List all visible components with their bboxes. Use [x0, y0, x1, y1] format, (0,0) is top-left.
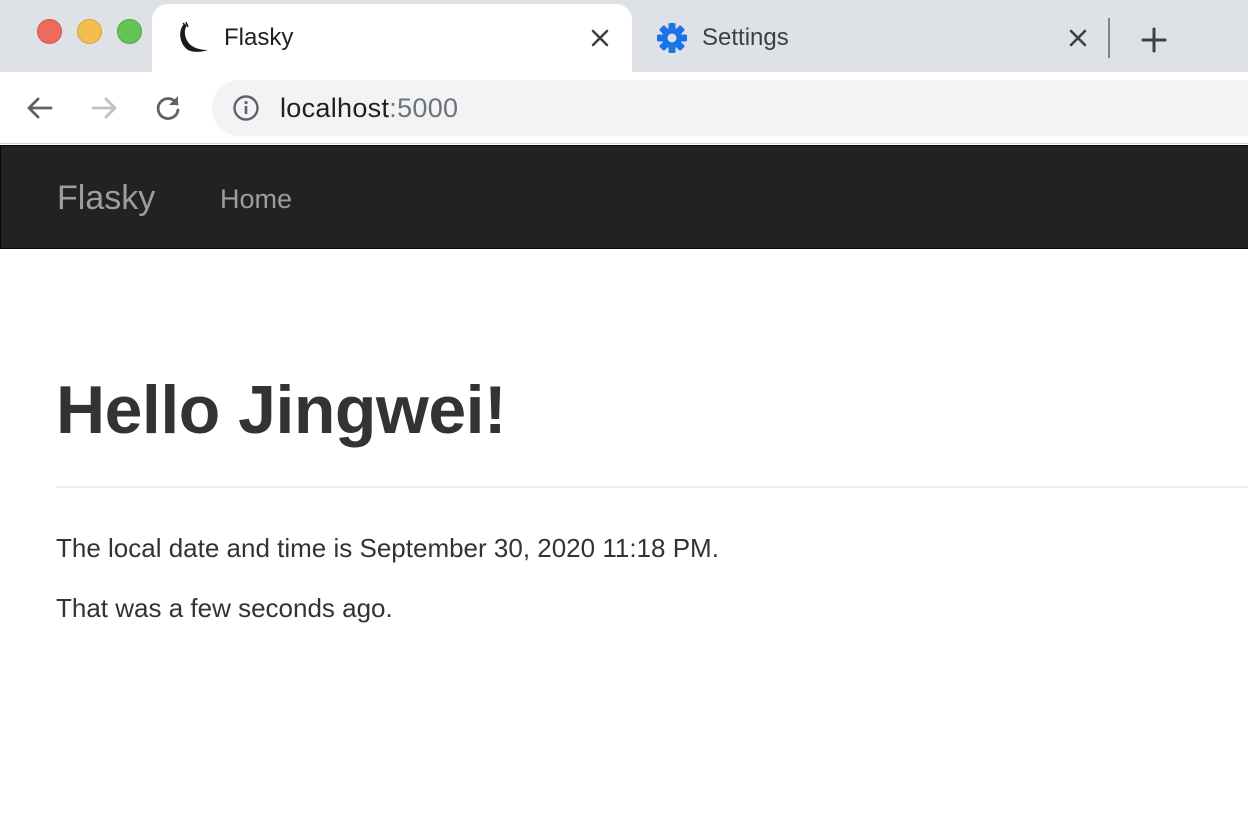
flask-horn-icon: [180, 21, 208, 52]
url-host: localhost: [280, 93, 390, 123]
close-tab-icon[interactable]: [1066, 26, 1090, 50]
close-window-button[interactable]: [37, 19, 62, 44]
maximize-window-button[interactable]: [117, 19, 142, 44]
gear-icon: [657, 23, 687, 53]
navbar-brand[interactable]: Flasky: [57, 178, 155, 218]
tab-divider: [1108, 18, 1110, 58]
browser-toolbar: localhost:5000: [0, 72, 1248, 144]
minimize-window-button[interactable]: [77, 19, 102, 44]
site-navbar: Flasky Home: [0, 145, 1248, 249]
url-text: localhost:5000: [280, 94, 458, 122]
nav-link-home[interactable]: Home: [220, 184, 292, 214]
back-arrow-icon[interactable]: [24, 92, 56, 124]
page-heading: Hello Jingwei!: [56, 372, 507, 448]
forward-arrow-icon[interactable]: [88, 92, 120, 124]
tab-settings[interactable]: Settings: [640, 4, 1100, 72]
relative-time-text: That was a few seconds ago.: [56, 593, 393, 623]
header-divider: [56, 486, 1248, 488]
reload-icon[interactable]: [152, 92, 184, 124]
new-tab-icon[interactable]: [1140, 26, 1168, 54]
tab-title: Settings: [702, 24, 789, 51]
url-port: :5000: [389, 93, 459, 123]
address-bar[interactable]: localhost:5000: [212, 80, 1248, 136]
tab-strip: Flasky Settings: [0, 0, 1248, 72]
tab-title: Flasky: [224, 24, 294, 51]
datetime-text: The local date and time is September 30,…: [56, 533, 719, 563]
info-icon[interactable]: [232, 94, 260, 122]
close-tab-icon[interactable]: [588, 26, 612, 50]
tab-flasky[interactable]: Flasky: [152, 4, 632, 72]
